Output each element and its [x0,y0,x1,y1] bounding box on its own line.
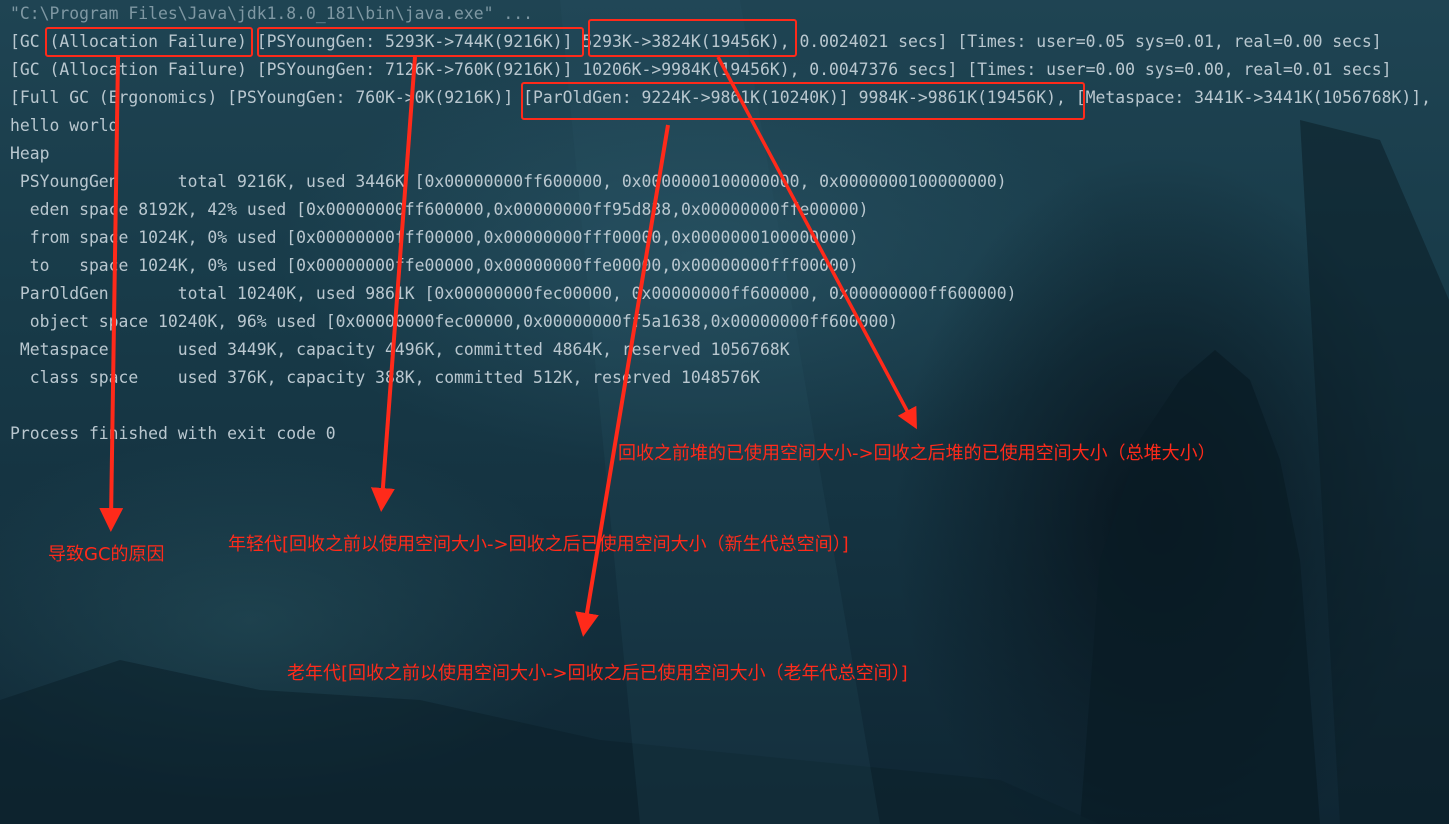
annotation-gc-cause: 导致GC的原因 [48,544,165,565]
annotation-old-gen: 老年代[回收之前以使用空间大小->回收之后已使用空间大小（老年代总空间）] [287,663,908,684]
annotation-arrows [99,56,917,637]
annotation-heap-total: 回收之前堆的已使用空间大小->回收之后堆的已使用空间大小（总堆大小） [618,443,1216,464]
arrow-gc-cause [99,56,124,532]
arrow-heap-total [716,56,917,430]
arrow-young-gen [370,56,417,512]
annotation-young-gen: 年轻代[回收之前以使用空间大小->回收之后已使用空间大小（新生代总空间）] [228,534,849,555]
